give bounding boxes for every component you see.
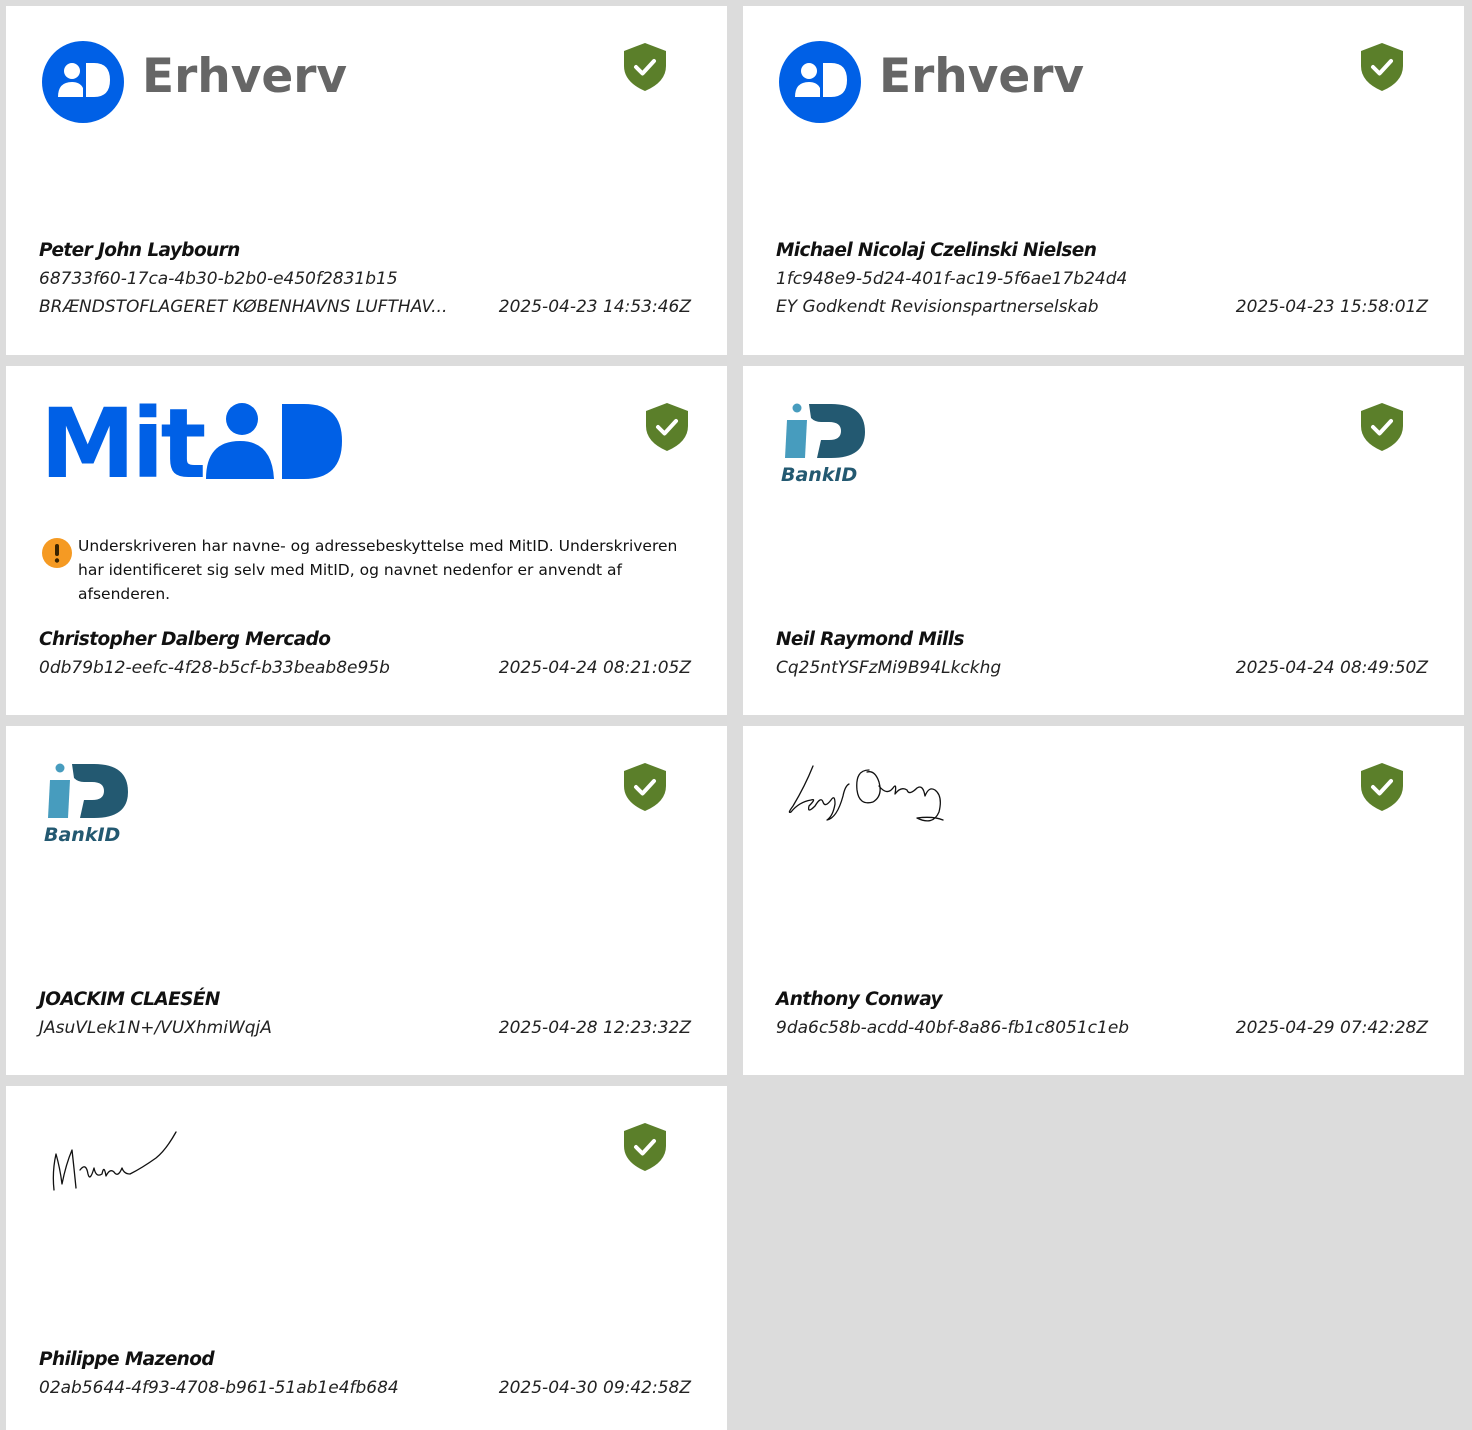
signer-id: 02ab5644-4f93-4708-b961-51ab1e4fb684 bbox=[39, 1378, 399, 1398]
verified-shield-icon bbox=[624, 43, 666, 91]
signer-name: Anthony Conway bbox=[776, 989, 943, 1010]
verified-shield-icon bbox=[624, 1123, 666, 1171]
verified-shield-icon bbox=[1361, 763, 1403, 811]
signer-id: JAsuVLek1N+/VUXhmiWqjA bbox=[39, 1018, 272, 1038]
verified-shield-icon bbox=[624, 763, 666, 811]
signer-name: Christopher Dalberg Mercado bbox=[39, 629, 331, 650]
signature-timestamp: 2025-04-28 12:23:32Z bbox=[498, 1018, 691, 1038]
erhverv-wordmark: Erhverv bbox=[142, 49, 348, 104]
signature-timestamp: 2025-04-23 14:53:46Z bbox=[498, 297, 691, 317]
signer-organization: EY Godkendt Revisionspartnerselskab bbox=[776, 297, 1099, 317]
signer-organization: BRÆNDSTOFLAGERET KØBENHAVNS LUFTHAV... bbox=[39, 297, 448, 317]
signer-id: Cq25ntYSFzMi9B94Lkckhg bbox=[776, 658, 1002, 678]
warning-icon bbox=[42, 538, 72, 568]
mitid-logo: Mit bbox=[42, 402, 342, 480]
signature-timestamp: 2025-04-24 08:21:05Z bbox=[498, 658, 691, 678]
signature-timestamp: 2025-04-23 15:58:01Z bbox=[1235, 297, 1428, 317]
signer-id: 9da6c58b-acdd-40bf-8a86-fb1c8051c1eb bbox=[776, 1018, 1130, 1038]
bankid-wordmark: BankID bbox=[781, 464, 857, 484]
mitid-erhverv-logo: Erhverv bbox=[779, 41, 1099, 125]
signer-name: Michael Nicolaj Czelinski Nielsen bbox=[776, 240, 1097, 261]
erhverv-wordmark: Erhverv bbox=[879, 49, 1085, 104]
signature-card: Erhverv Peter John Laybourn 68733f60-17c… bbox=[6, 6, 727, 355]
mitid-circle-icon bbox=[779, 41, 861, 123]
signer-name: JOACKIM CLAESÉN bbox=[39, 989, 220, 1010]
signature-timestamp: 2025-04-29 07:42:28Z bbox=[1235, 1018, 1428, 1038]
handwritten-signature-image bbox=[788, 765, 944, 822]
signer-id: 68733f60-17ca-4b30-b2b0-e450f2831b15 bbox=[39, 269, 398, 289]
signature-timestamp: 2025-04-24 08:49:50Z bbox=[1235, 658, 1428, 678]
mitid-erhverv-logo: Erhverv bbox=[42, 41, 362, 125]
signature-timestamp: 2025-04-30 09:42:58Z bbox=[498, 1378, 691, 1398]
signature-card: Erhverv Michael Nicolaj Czelinski Nielse… bbox=[743, 6, 1464, 355]
signer-id: 0db79b12-eefc-4f28-b5cf-b33beab8e95b bbox=[39, 658, 390, 678]
signer-name: Philippe Mazenod bbox=[39, 1349, 215, 1370]
signer-id: 1fc948e9-5d24-401f-ac19-5f6ae17b24d4 bbox=[776, 269, 1128, 289]
bankid-logo: BankID bbox=[781, 403, 865, 484]
bankid-logo: BankID bbox=[44, 763, 128, 844]
verified-shield-icon bbox=[1361, 403, 1403, 451]
mitid-circle-icon bbox=[42, 41, 124, 123]
privacy-notice-text: Underskriveren har navne- og adressebesk… bbox=[78, 537, 678, 603]
signer-name: Neil Raymond Mills bbox=[776, 629, 964, 650]
verified-shield-icon bbox=[1361, 43, 1403, 91]
handwritten-signature-image bbox=[52, 1131, 177, 1191]
signature-card: Anthony Conway 9da6c58b-acdd-40bf-8a86-f… bbox=[743, 726, 1464, 1075]
signature-card: BankID Neil Raymond Mills Cq25ntYSFzMi9B… bbox=[743, 366, 1464, 715]
signer-name: Peter John Laybourn bbox=[39, 240, 240, 261]
signature-card: BankID JOACKIM CLAESÉN JAsuVLek1N+/VUXhm… bbox=[6, 726, 727, 1075]
mitid-wordmark: Mit bbox=[42, 402, 204, 480]
signature-card: Philippe Mazenod 02ab5644-4f93-4708-b961… bbox=[6, 1086, 727, 1430]
signature-card: Mit Underskriveren har navne- og adresse… bbox=[6, 366, 727, 715]
bankid-wordmark: BankID bbox=[44, 824, 120, 844]
verified-shield-icon bbox=[646, 403, 688, 451]
